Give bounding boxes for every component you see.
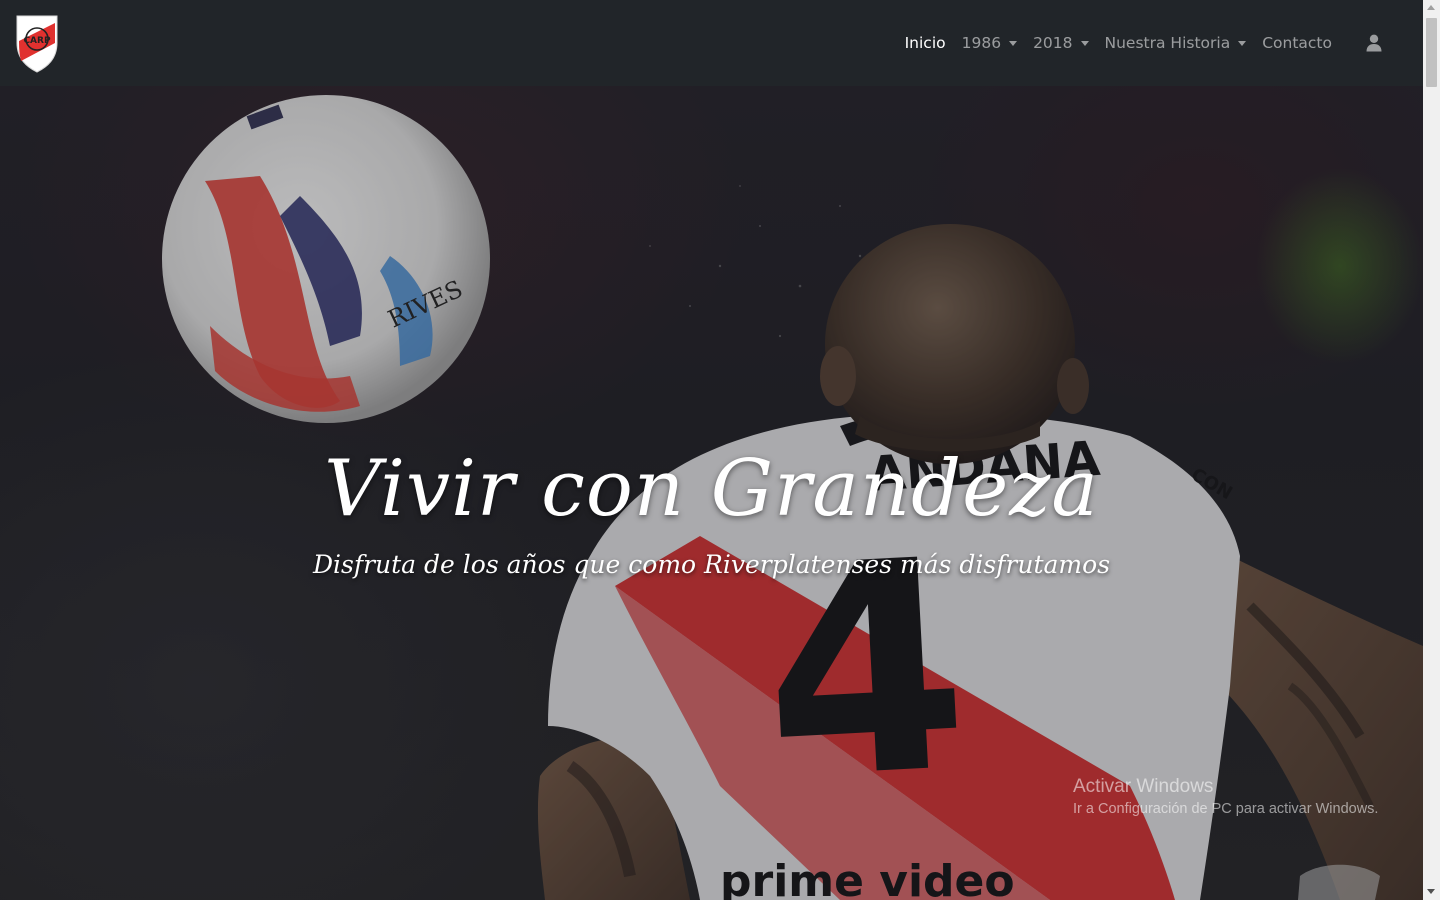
watermark-subtitle: Ir a Configuración de PC para activar Wi…	[1073, 801, 1379, 817]
user-account-button[interactable]	[1360, 0, 1388, 86]
hero-banner: RIVES ANDANA CON 4 prime video Vivir con…	[0, 86, 1423, 900]
nav-item-1986[interactable]: 1986	[954, 0, 1025, 86]
scroll-up-arrow-icon[interactable]	[1427, 5, 1435, 10]
nav-item-contacto[interactable]: Contacto	[1254, 0, 1340, 86]
hero-title: Vivir con Grandeza	[324, 444, 1099, 534]
watermark-title: Activar Windows	[1073, 776, 1214, 797]
navbar: CARP Inicio 1986 2018 Nuestra Historia C…	[0, 0, 1423, 86]
scrollbar-thumb[interactable]	[1426, 18, 1437, 87]
caret-down-icon	[1238, 40, 1247, 46]
caret-down-icon	[1009, 40, 1018, 46]
caret-down-icon	[1080, 40, 1089, 46]
nav-item-inicio[interactable]: Inicio	[897, 0, 954, 86]
nav-menu: Inicio 1986 2018 Nuestra Historia Contac…	[897, 0, 1388, 86]
river-plate-crest-icon: CARP	[16, 15, 58, 73]
nav-item-nuestra-historia[interactable]: Nuestra Historia	[1097, 0, 1255, 86]
scroll-down-arrow-icon[interactable]	[1427, 889, 1435, 894]
nav-item-label: Inicio	[904, 34, 946, 52]
nav-item-label: 2018	[1033, 34, 1073, 52]
nav-item-label: Nuestra Historia	[1104, 34, 1231, 52]
page: CARP Inicio 1986 2018 Nuestra Historia C…	[0, 0, 1423, 900]
nav-item-label: 1986	[961, 34, 1002, 52]
nav-item-2018[interactable]: 2018	[1025, 0, 1096, 86]
nav-item-label: Contacto	[1262, 34, 1332, 52]
windows-activation-watermark: Activar Windows Ir a Configuración de PC…	[1073, 776, 1378, 817]
svg-text:CARP: CARP	[23, 36, 51, 46]
hero-subtitle: Disfruta de los años que como Riverplate…	[312, 550, 1111, 579]
user-icon	[1366, 34, 1382, 52]
brand-logo[interactable]: CARP	[14, 13, 60, 73]
vertical-scrollbar[interactable]	[1423, 0, 1440, 900]
